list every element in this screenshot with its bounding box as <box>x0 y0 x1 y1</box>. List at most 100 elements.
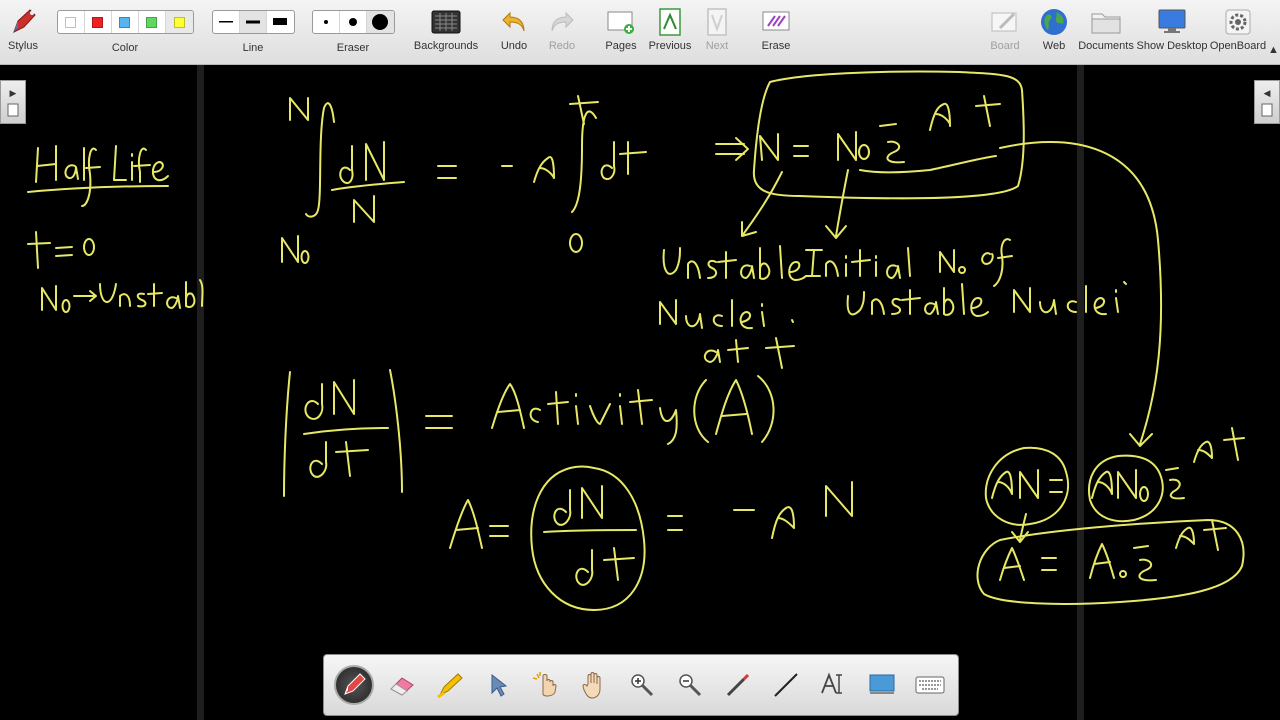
backgrounds-icon <box>431 10 461 34</box>
hand-icon <box>582 672 601 699</box>
redo-icon <box>551 11 574 32</box>
capture-tool[interactable] <box>862 665 902 705</box>
show-desktop-label: Show Desktop <box>1136 40 1208 52</box>
color-white-swatch[interactable] <box>58 11 85 33</box>
gear-icon <box>1225 9 1251 35</box>
ink-activity-formula <box>449 465 853 611</box>
ink-equals-minus-lambda <box>437 95 647 253</box>
previous-page-icon <box>659 8 681 36</box>
next-label: Next <box>705 40 729 52</box>
eraser-large-option[interactable] <box>366 11 394 33</box>
capture-icon <box>869 674 895 694</box>
undo-icon <box>502 11 525 32</box>
zoom-in-tool[interactable] <box>622 665 662 705</box>
color-blue-swatch[interactable] <box>112 11 139 33</box>
pages-label: Pages <box>605 40 637 52</box>
web-button[interactable]: Web <box>1036 4 1072 62</box>
ink-t-equals-zero <box>27 231 95 269</box>
laser-pointer-tool[interactable] <box>718 665 758 705</box>
highlighter-tool[interactable] <box>430 665 470 705</box>
board-label: Board <box>990 40 1020 52</box>
color-palette <box>56 10 194 34</box>
text-icon <box>821 672 842 694</box>
stylus-icon <box>13 9 36 34</box>
line-thick-option[interactable] <box>267 11 294 33</box>
color-green-swatch[interactable] <box>139 11 166 33</box>
text-tool[interactable] <box>814 665 854 705</box>
board-icon <box>991 12 1017 32</box>
interactor-icon <box>532 672 557 697</box>
openboard-button[interactable]: OpenBoard <box>1210 4 1266 62</box>
erase-board-icon <box>762 11 790 31</box>
ink-integral-limit-N <box>289 97 309 121</box>
handwritten-ink-layer <box>27 70 1245 611</box>
globe-icon <box>1041 9 1067 35</box>
highlighter-icon <box>437 673 463 699</box>
monitor-icon <box>1158 9 1186 33</box>
undo-button[interactable]: Undo <box>496 4 532 62</box>
openboard-label: OpenBoard <box>1209 40 1267 52</box>
backgrounds-button[interactable]: Backgrounds <box>413 4 479 62</box>
color-label: Color <box>111 42 139 54</box>
main-toolbar: Stylus Color Line Eraser Backgrounds Und… <box>0 0 1280 65</box>
selector-tool[interactable] <box>478 665 518 705</box>
keyboard-icon <box>915 676 945 694</box>
pen-tool[interactable] <box>334 665 374 705</box>
eraser-group: Eraser <box>311 4 395 62</box>
eraser-small-option[interactable] <box>313 11 340 33</box>
eraser-medium-option[interactable] <box>340 11 367 33</box>
selector-icon <box>491 673 508 697</box>
ink-long-connector-arrow <box>999 141 1163 447</box>
color-red-swatch[interactable] <box>85 11 112 33</box>
ink-integral-dN-over-N <box>281 102 405 264</box>
keyboard-tool[interactable] <box>910 665 950 705</box>
line-thin-option[interactable] <box>213 11 240 33</box>
color-yellow-swatch[interactable] <box>165 11 193 33</box>
ink-initial-no-of-unstable-nuclei <box>805 238 1127 317</box>
line-group: Line <box>211 4 295 62</box>
ink-n0-unstable <box>41 279 204 313</box>
eraser-tool[interactable] <box>382 665 422 705</box>
line-label: Line <box>242 42 264 54</box>
zoom-out-tool[interactable] <box>670 665 710 705</box>
next-page-icon <box>707 8 727 36</box>
line-tool[interactable] <box>766 665 806 705</box>
line-medium-option[interactable] <box>239 11 267 33</box>
folder-icon <box>1091 13 1121 34</box>
pen-icon <box>344 673 366 695</box>
line-icon <box>774 673 798 697</box>
previous-button[interactable]: Previous <box>648 4 692 62</box>
board-button[interactable]: Board <box>986 4 1024 62</box>
redo-button[interactable]: Redo <box>544 4 580 62</box>
ink-unstable-nuclei-at-t <box>659 245 807 369</box>
backgrounds-label: Backgrounds <box>413 40 479 52</box>
web-label: Web <box>1042 40 1066 52</box>
ink-activity-definition <box>283 369 775 497</box>
color-group: Color <box>56 4 194 62</box>
collapse-toolbar-icon[interactable]: ▲ <box>1268 44 1279 56</box>
eraser-icon <box>390 677 414 696</box>
documents-button[interactable]: Documents <box>1078 4 1134 62</box>
documents-label: Documents <box>1078 40 1134 52</box>
pages-button[interactable]: Pages <box>603 4 639 62</box>
laser-pointer-icon <box>726 673 750 697</box>
stylus-label: Stylus <box>8 40 38 52</box>
redo-label: Redo <box>548 40 576 52</box>
zoom-in-icon <box>631 674 654 697</box>
erase-button[interactable]: Erase <box>758 4 794 62</box>
ink-implies-arrow <box>715 137 749 161</box>
stylus-palette <box>323 654 959 716</box>
zoom-out-icon <box>679 674 702 697</box>
undo-label: Undo <box>500 40 528 52</box>
interactor-tool[interactable] <box>526 665 566 705</box>
eraser-size-selector <box>311 10 395 34</box>
next-button[interactable]: Next <box>700 4 734 62</box>
line-width-selector <box>211 10 295 34</box>
hand-tool[interactable] <box>574 665 614 705</box>
add-page-icon <box>607 11 634 34</box>
ink-decay-law-box <box>752 70 1025 200</box>
whiteboard-canvas[interactable]: ▶ ◀ <box>0 65 1280 720</box>
show-desktop-button[interactable]: Show Desktop <box>1136 4 1208 62</box>
stylus-button[interactable]: Stylus <box>4 4 42 62</box>
previous-label: Previous <box>648 40 692 52</box>
